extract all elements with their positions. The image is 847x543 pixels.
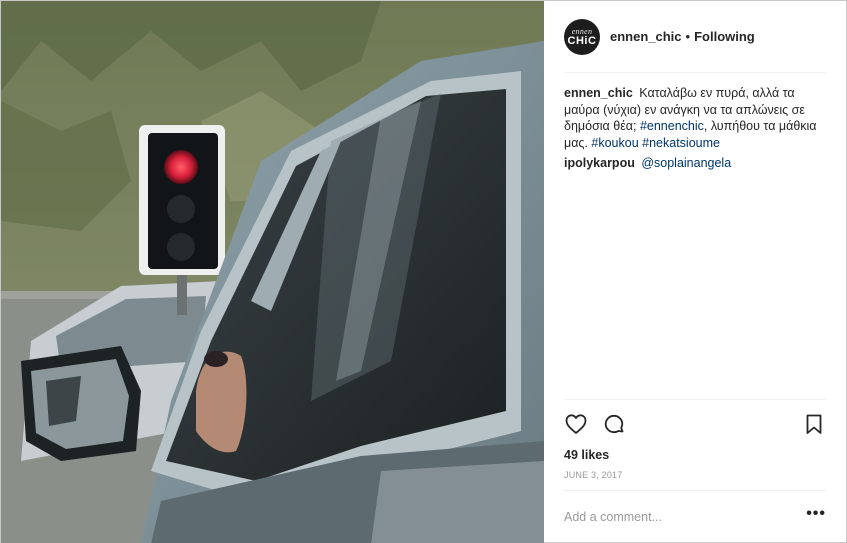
- avatar-logo-text-bottom: CHiC: [567, 34, 597, 47]
- comment-author-link[interactable]: ennen_chic: [564, 86, 633, 100]
- speech-bubble-icon: [604, 414, 624, 433]
- following-button[interactable]: Following: [694, 29, 755, 44]
- post-date[interactable]: JUNE 3, 2017: [564, 468, 826, 482]
- like-button[interactable]: [564, 412, 588, 436]
- hashtag-link[interactable]: #ennenchic: [640, 119, 704, 133]
- comment-item: ipolykarpou @soplainangela: [564, 155, 826, 172]
- post-photo[interactable]: [1, 1, 544, 543]
- post-details-panel: ennen CHiC ennen_chic • Following ennen_…: [544, 1, 846, 542]
- heart-icon: [565, 413, 587, 434]
- hashtag-link[interactable]: #koukou: [591, 136, 638, 150]
- post-header: ennen CHiC ennen_chic • Following: [564, 1, 826, 73]
- avatar[interactable]: ennen CHiC: [564, 18, 600, 55]
- mention-link[interactable]: @soplainangela: [641, 156, 731, 170]
- instagram-post: ennen CHiC ennen_chic • Following ennen_…: [0, 0, 847, 543]
- comment-author-link[interactable]: ipolykarpou: [564, 156, 635, 170]
- add-comment-input[interactable]: [564, 509, 784, 524]
- save-button[interactable]: [802, 412, 826, 436]
- photo-car-at-red-light: [1, 1, 544, 543]
- add-comment-section: •••: [564, 490, 826, 542]
- bookmark-icon: [806, 414, 822, 434]
- more-options-button[interactable]: •••: [806, 505, 826, 525]
- likes-count-link[interactable]: 49 likes: [564, 445, 826, 465]
- comment-button[interactable]: [602, 412, 626, 436]
- author-username-link[interactable]: ennen_chic: [610, 29, 682, 44]
- hashtag-link[interactable]: #nekatsioume: [642, 136, 720, 150]
- header-separator: •: [685, 29, 691, 44]
- comment-caption: ennen_chic Καταλάβω εν πυρά, αλλά τα μαύ…: [564, 85, 826, 151]
- comments-list: ennen_chic Καταλάβω εν πυρά, αλλά τα μαύ…: [544, 73, 846, 399]
- action-bar: [564, 399, 826, 443]
